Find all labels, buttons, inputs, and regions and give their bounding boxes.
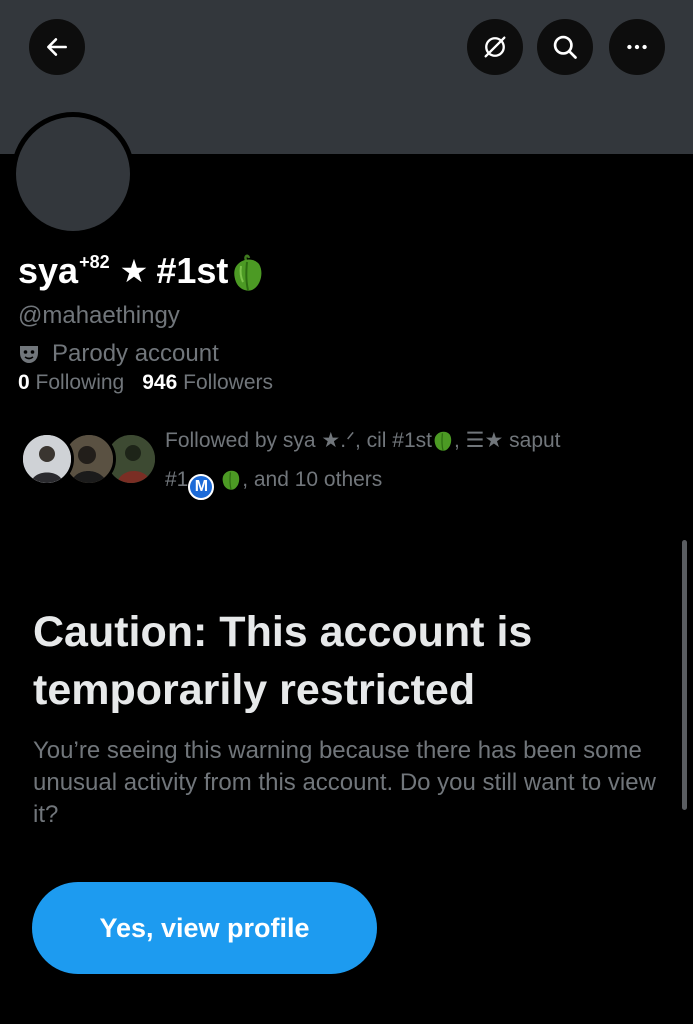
- followed-by-text[interactable]: Followed by sya ★.ᐟ, cil #1st, ☰★ saput …: [165, 421, 665, 500]
- translate-off-icon: [484, 36, 506, 58]
- scrollbar[interactable]: [682, 540, 687, 810]
- followed-by-part3: #1: [165, 468, 189, 491]
- view-profile-button-label: Yes, view profile: [99, 912, 310, 943]
- more-horizontal-icon: [627, 44, 647, 50]
- m-badge-icon: M: [188, 474, 215, 500]
- translate-button[interactable]: [467, 19, 523, 75]
- view-profile-button[interactable]: Yes, view profile: [32, 882, 377, 974]
- search-button[interactable]: [537, 19, 593, 75]
- more-button[interactable]: [609, 19, 665, 75]
- followers-link[interactable]: 946 Followers: [142, 371, 273, 394]
- following-link[interactable]: 0 Following: [18, 371, 124, 394]
- theater-mask-icon: [20, 346, 38, 363]
- following-label: Following: [35, 371, 125, 394]
- profile-page: sya +82 ★ #1st @mahaethingy Parody accou…: [0, 0, 693, 1024]
- green-pepper-icon: [222, 470, 240, 490]
- followed-by-prefix: Followed by sya ★.ᐟ, cil #1st: [165, 429, 432, 452]
- avatar: [20, 432, 74, 486]
- followers-label: Followers: [183, 371, 273, 394]
- parody-label-text: Parody account: [52, 340, 219, 367]
- followed-by-part2: , ☰★ saput: [453, 429, 561, 452]
- mutual-followers-avatars[interactable]: [20, 432, 158, 488]
- following-count: 0: [18, 371, 30, 394]
- display-name-rank: #1st: [156, 250, 229, 291]
- back-button[interactable]: [29, 19, 85, 75]
- followers-count: 946: [142, 371, 178, 394]
- caution-body: You’re seeing this warning because there…: [33, 737, 656, 828]
- followed-by-suffix: , and 10 others: [242, 468, 383, 491]
- caution-title: Caution: This account is temporarily res…: [33, 608, 533, 714]
- green-pepper-icon: [434, 431, 452, 451]
- avatar-placeholder: [16, 117, 130, 231]
- follow-stats: 0 Following 946 Followers: [18, 371, 273, 395]
- display-name-text: sya: [18, 250, 79, 291]
- star-glyph: ★: [119, 253, 149, 289]
- display-name-superscript: +82: [79, 252, 110, 272]
- search-icon: [553, 35, 577, 59]
- parody-label: Parody account: [18, 340, 219, 368]
- arrow-left-icon: [47, 38, 67, 56]
- profile-avatar[interactable]: [11, 112, 135, 236]
- display-name: sya +82 ★ #1st: [18, 250, 266, 292]
- profile-handle: @mahaethingy: [18, 302, 180, 329]
- green-pepper-icon: [234, 254, 262, 291]
